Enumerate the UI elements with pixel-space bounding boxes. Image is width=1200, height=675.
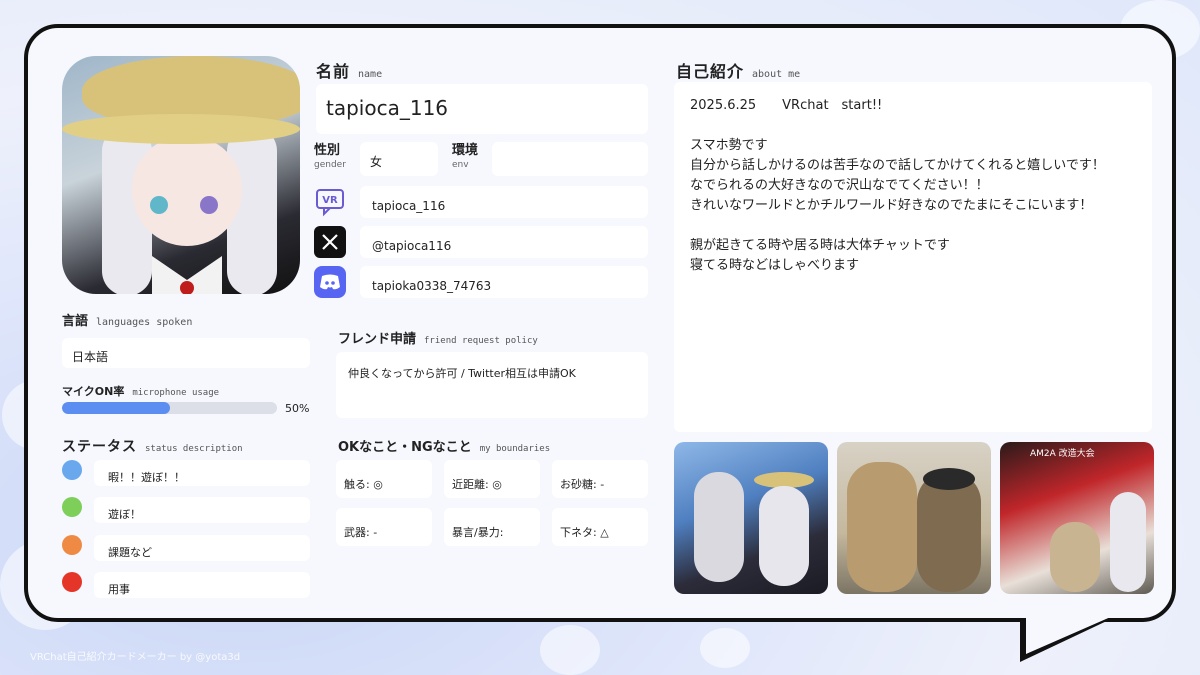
mic-percent: 50% xyxy=(285,402,310,415)
friend-box: 仲良くなってから許可 / Twitter相互は申請OK xyxy=(336,352,648,418)
speech-tail-inner xyxy=(1026,612,1122,654)
env-label: 環境 env xyxy=(452,143,479,171)
vrchat-id-box: tapioca_116 xyxy=(360,186,648,218)
vrchat-id: tapioca_116 xyxy=(372,199,446,213)
mic-progress xyxy=(62,402,277,414)
friend-title-en: friend request policy xyxy=(424,336,538,346)
status-item: 用事 xyxy=(94,572,310,598)
photo-1 xyxy=(674,442,828,594)
boundary-item: 暴言/暴力: xyxy=(444,508,540,546)
friend-title: フレンド申請 xyxy=(338,332,417,347)
boundary-item: お砂糖: - xyxy=(552,460,648,498)
friend-header: フレンド申請 friend request policy xyxy=(338,328,538,347)
status-dot-busy xyxy=(62,535,82,555)
gender-value: 女 xyxy=(370,155,383,169)
boundaries-title-en: my boundaries xyxy=(479,444,551,454)
languages-header: 言語 languages spoken xyxy=(62,310,192,329)
languages-title-en: languages spoken xyxy=(96,317,193,328)
x-icon xyxy=(314,226,346,258)
status-header: ステータス status description xyxy=(62,436,243,456)
name-title-en: name xyxy=(358,69,383,80)
mic-title-en: microphone usage xyxy=(132,388,220,398)
about-box: 2025.6.25 VRchat start!! スマホ勢です 自分から話しかけ… xyxy=(674,82,1152,432)
mic-header: マイクON率 microphone usage xyxy=(62,380,219,399)
x-id: @tapioca116 xyxy=(372,239,452,253)
env-box xyxy=(492,142,648,176)
name-box: tapioca_116 xyxy=(316,84,648,134)
status-title-en: status description xyxy=(145,444,243,454)
status-dot-play xyxy=(62,497,82,517)
name-title: 名前 xyxy=(316,62,351,81)
bg-bubble xyxy=(700,628,750,668)
boundary-item: 下ネタ: △ xyxy=(552,508,648,546)
name-header: 名前 name xyxy=(316,58,382,82)
vr-icon: VR xyxy=(314,186,346,218)
boundaries-header: OKなこと・NGなこと my boundaries xyxy=(338,436,550,455)
discord-id-box: tapioka0338_74763 xyxy=(360,266,648,298)
about-body: スマホ勢です 自分から話しかけるのは苦手なので話してかけてくれると嬉しいです！ … xyxy=(690,138,1105,273)
footer-credit: VRChat自己紹介カードメーカー by @yota3d xyxy=(30,652,241,663)
about-title-en: about me xyxy=(752,69,801,80)
status-dot-away xyxy=(62,572,82,592)
discord-icon xyxy=(314,266,346,298)
status-item: 遊ぼ！ xyxy=(94,497,310,523)
status-title: ステータス xyxy=(62,439,137,455)
bg-bubble xyxy=(540,625,600,675)
languages-box: 日本語 xyxy=(62,338,310,368)
x-id-box: @tapioca116 xyxy=(360,226,648,258)
gender-label: 性別 gender xyxy=(314,143,346,171)
mic-title: マイクON率 xyxy=(62,385,125,398)
name-value: tapioca_116 xyxy=(326,96,449,120)
languages-title: 言語 xyxy=(62,314,89,329)
status-item: 暇！！遊ぼ！！ xyxy=(94,460,310,486)
about-header: 自己紹介 about me xyxy=(676,58,800,82)
boundary-item: 近距離: ◎ xyxy=(444,460,540,498)
languages-value: 日本語 xyxy=(72,350,109,364)
friend-value: 仲良くなってから許可 / Twitter相互は申請OK xyxy=(348,367,576,380)
gender-box: 女 xyxy=(360,142,438,176)
photo-2 xyxy=(837,442,991,594)
about-title: 自己紹介 xyxy=(676,62,745,81)
mic-progress-fill xyxy=(62,402,170,414)
about-start-line: 2025.6.25 VRchat start!! xyxy=(690,98,883,113)
boundaries-title: OKなこと・NGなこと xyxy=(338,440,472,455)
discord-id: tapioka0338_74763 xyxy=(372,279,492,293)
avatar-image xyxy=(62,56,300,294)
svg-text:VR: VR xyxy=(322,195,338,206)
status-dot-free xyxy=(62,460,82,480)
photo-3: AM2A 改造大会 xyxy=(1000,442,1154,594)
poster-text: AM2A 改造大会 xyxy=(1030,449,1095,459)
boundary-item: 触る: ◎ xyxy=(336,460,432,498)
boundary-item: 武器: - xyxy=(336,508,432,546)
status-item: 課題など xyxy=(94,535,310,561)
